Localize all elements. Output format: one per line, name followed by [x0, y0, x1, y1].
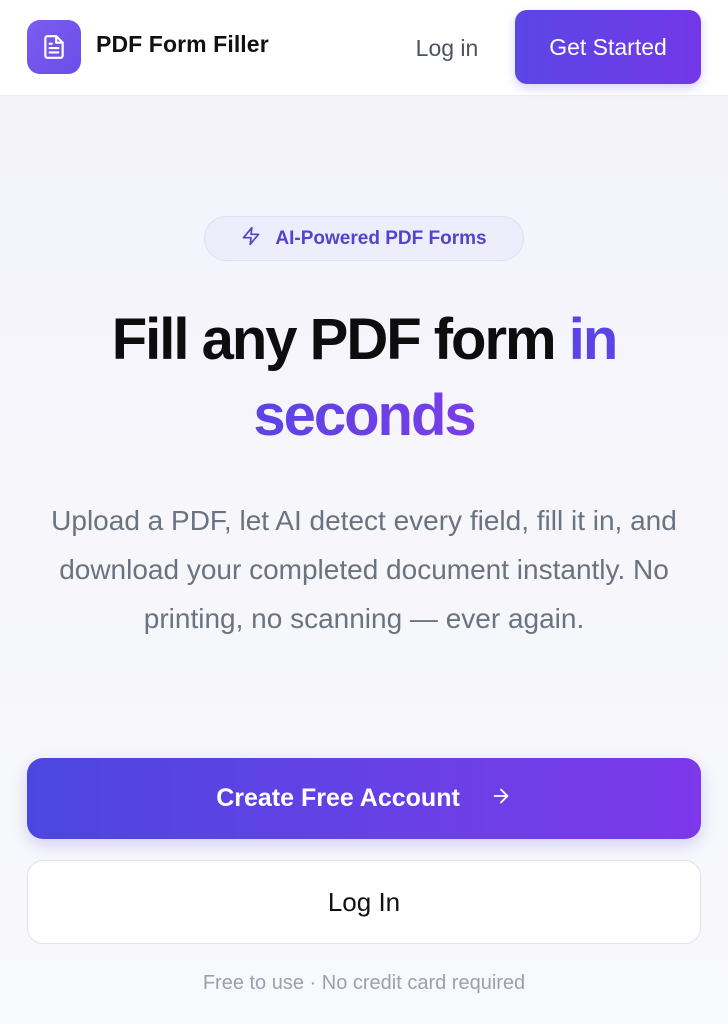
lightning-icon — [241, 226, 261, 251]
document-icon[interactable] — [27, 20, 81, 74]
login-button[interactable]: Log In — [27, 860, 701, 944]
arrow-right-icon — [490, 785, 512, 812]
brand-name[interactable]: PDF Form Filler — [96, 31, 269, 58]
hero-headline: Fill any PDF form in seconds — [0, 302, 728, 454]
get-started-button[interactable]: Get Started — [515, 10, 701, 84]
headline-accent-in: in — [568, 307, 619, 372]
badge-label: AI-Powered PDF Forms — [275, 227, 487, 249]
headline-accent-seconds: seconds — [253, 383, 476, 448]
hero-subtitle: Upload a PDF, let AI detect every field,… — [51, 505, 677, 634]
feature-badge: AI-Powered PDF Forms — [204, 216, 524, 261]
footnote: Free to use · No credit card required — [202, 972, 526, 994]
create-account-label: Create Free Account — [216, 784, 460, 812]
create-account-button[interactable]: Create Free Account — [27, 758, 701, 839]
top-nav: PDF Form Filler Log in Get Started — [0, 0, 728, 96]
login-link[interactable]: Log in — [398, 28, 496, 68]
landing-page: PDF Form Filler Log in Get Started AI-Po… — [0, 0, 728, 1024]
headline-main: Fill any PDF form — [111, 307, 557, 372]
